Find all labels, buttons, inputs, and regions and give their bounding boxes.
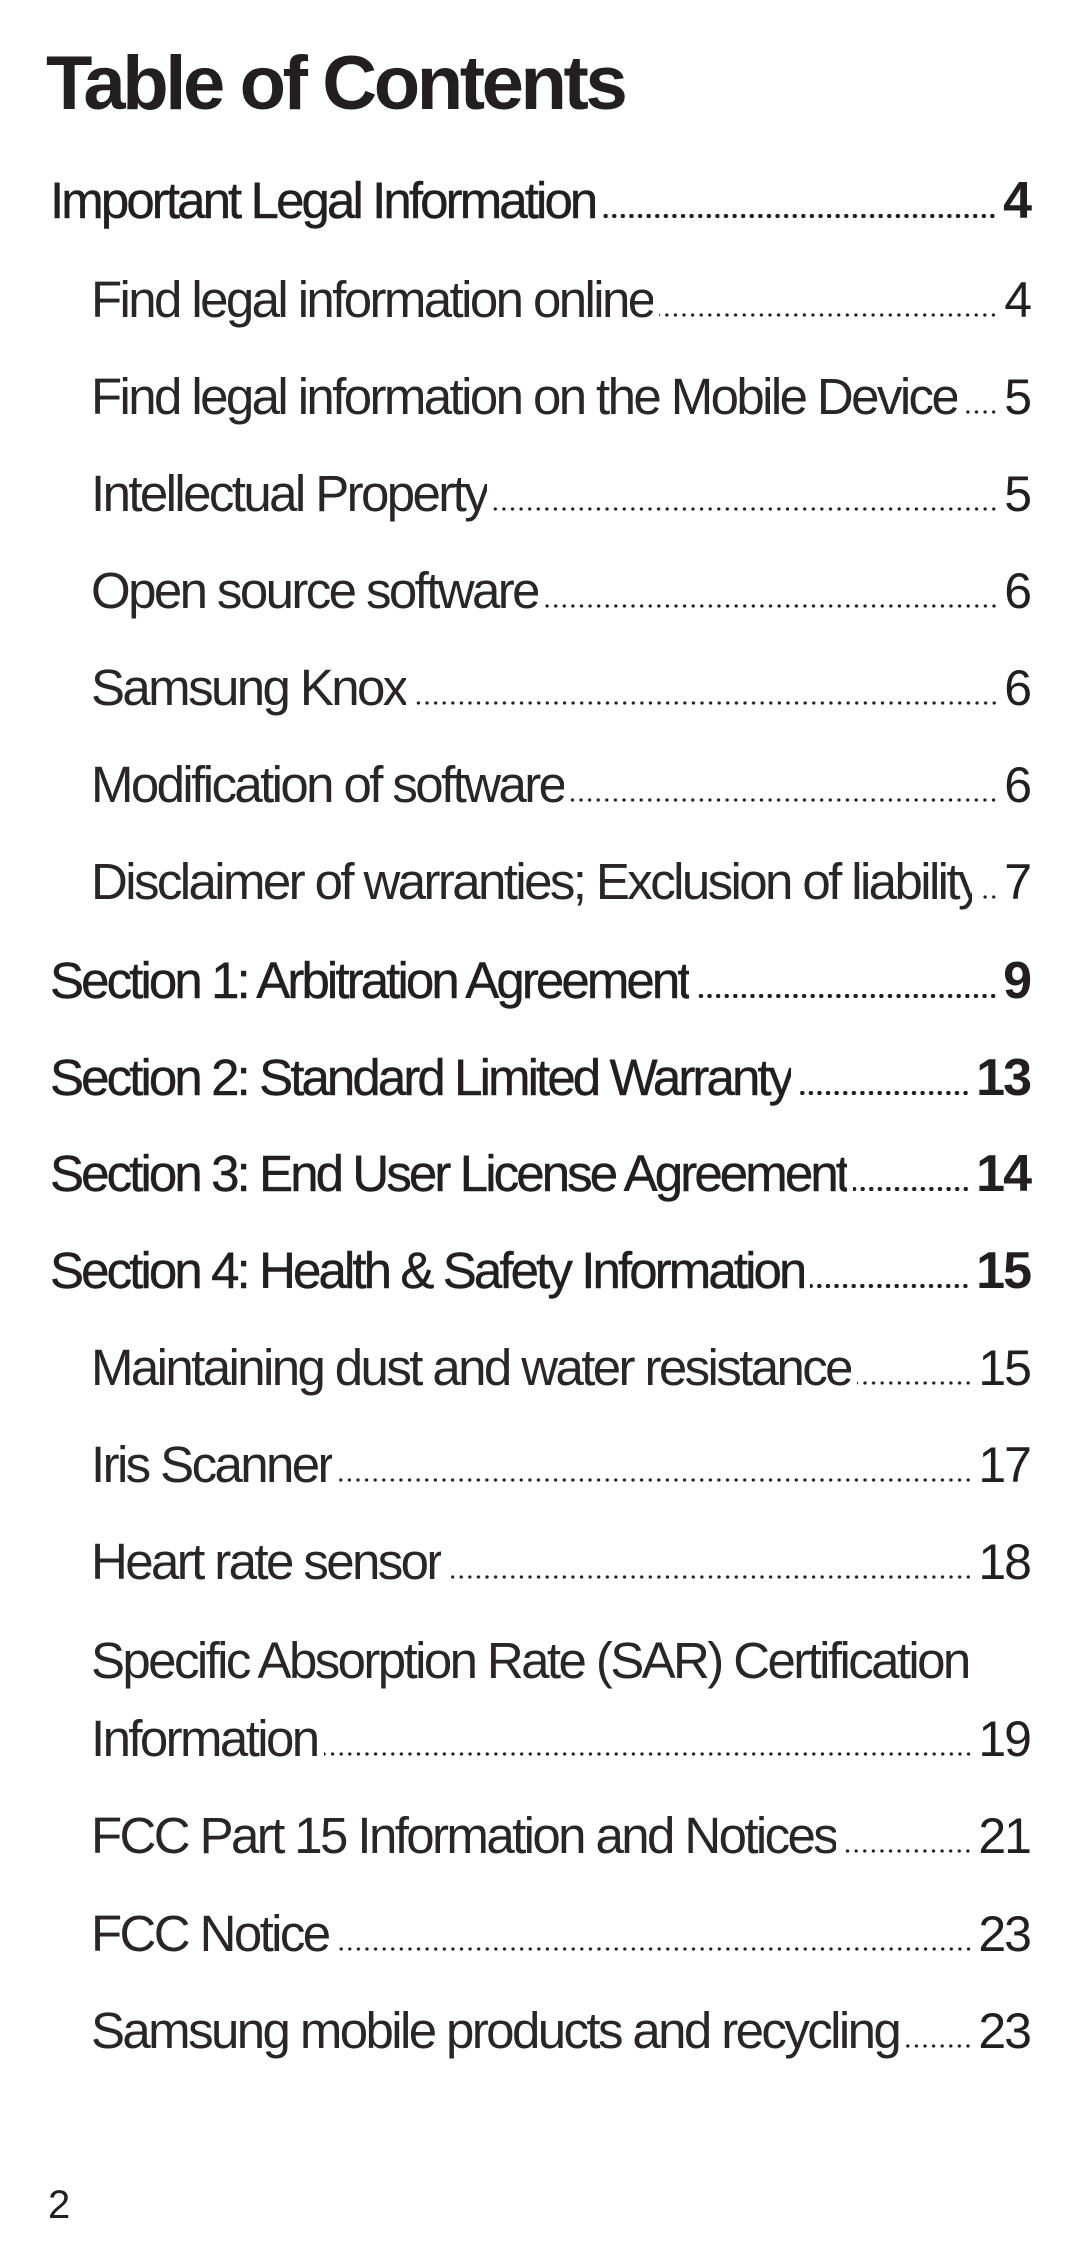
toc-entry-iris-scanner[interactable]: Iris Scanner 17 <box>91 1435 1032 1495</box>
dot-leader <box>905 2044 973 2048</box>
toc-entry-intellectual-property[interactable]: Intellectual Property 5 <box>91 464 1032 524</box>
dot-leader <box>963 410 999 414</box>
toc-entry-page: 15 <box>978 1340 1032 1396</box>
toc-entry-page: 4 <box>1003 172 1032 230</box>
toc-entry-page: 5 <box>1004 369 1032 425</box>
toc-entry-page: 4 <box>1004 272 1032 328</box>
toc-entry-label: Iris Scanner <box>91 1436 332 1493</box>
toc-entry-samsung-mobile-recycling[interactable]: Samsung mobile products and recycling 23 <box>91 2001 1032 2061</box>
toc-entry-page: 5 <box>1004 466 1032 522</box>
toc-entry-page: 18 <box>978 1534 1032 1590</box>
toc-entry-label: Samsung Knox <box>91 659 406 716</box>
toc-entry-open-source-software[interactable]: Open source software 6 <box>91 561 1032 621</box>
toc-entry-disclaimer-of-warranties[interactable]: Disclaimer of warranties; Exclusion of l… <box>91 852 1032 912</box>
page-title: Table of Contents <box>46 41 628 126</box>
toc-entry-page: 6 <box>1004 660 1032 716</box>
dot-leader <box>694 994 998 998</box>
toc-entry-page: 15 <box>976 1242 1032 1300</box>
toc-entry-page: 9 <box>1003 952 1032 1010</box>
dot-leader <box>446 1575 973 1579</box>
toc-entry-page: 23 <box>978 2003 1032 2059</box>
dot-leader <box>810 1284 971 1288</box>
toc-entry-label-line-2: Information <box>91 1710 318 1767</box>
toc-entry-label: Modification of software <box>91 756 565 813</box>
toc-entry-page: 23 <box>978 1906 1032 1962</box>
dot-leader <box>411 701 999 705</box>
toc-entry-label: Find legal information online <box>91 271 654 328</box>
toc-entry-find-legal-information-online[interactable]: Find legal information online 4 <box>91 270 1032 330</box>
dot-leader <box>856 1381 973 1385</box>
toc-entry-page: 6 <box>1004 757 1032 813</box>
toc-entry-page: 17 <box>978 1437 1032 1493</box>
toc-entry-heart-rate-sensor[interactable]: Heart rate sensor 18 <box>91 1532 1032 1592</box>
dot-leader <box>337 1478 973 1482</box>
dot-leader <box>493 507 999 511</box>
toc-entry-section-4-health-and-safety[interactable]: Section 4: Health & Safety Information 1… <box>50 1241 1032 1301</box>
toc-entry-label: Important Legal Information <box>50 172 596 229</box>
dot-leader <box>853 1187 971 1191</box>
dot-leader <box>323 1752 973 1756</box>
toc-entry-fcc-notice[interactable]: FCC Notice 23 <box>91 1904 1032 1964</box>
toc-entry-label: Find legal information on the Mobile Dev… <box>91 368 958 425</box>
toc-entry-sar-certification-information[interactable]: Specific Absorption Rate (SAR) Certifica… <box>91 1631 1032 1769</box>
dot-leader <box>797 1091 971 1095</box>
toc-entry-label: Section 3: End User License Agreement <box>50 1145 848 1202</box>
toc-entry-important-legal-information[interactable]: Important Legal Information 4 <box>50 171 1032 231</box>
toc-entry-samsung-knox[interactable]: Samsung Knox 6 <box>91 658 1032 718</box>
toc-entry-label: Disclaimer of warranties; Exclusion of l… <box>91 853 973 910</box>
dot-leader <box>570 798 999 802</box>
toc-entry-label: FCC Notice <box>91 1905 329 1962</box>
toc-entry-label: FCC Part 15 Information and Notices <box>91 1807 837 1864</box>
toc-entry-label: Section 2: Standard Limited Warranty <box>50 1049 792 1106</box>
toc-entry-label: Open source software <box>91 562 538 619</box>
toc-entry-page: 13 <box>976 1049 1032 1107</box>
toc-entry-section-1-arbitration-agreement[interactable]: Section 1: Arbitration Agreement 9 <box>50 951 1032 1011</box>
toc-entry-maintaining-dust-and-water-resistance[interactable]: Maintaining dust and water resistance 15 <box>91 1338 1032 1398</box>
dot-leader <box>543 604 999 608</box>
dot-leader <box>334 1947 973 1951</box>
toc-entry-page: 19 <box>978 1711 1032 1767</box>
page-number: 2 <box>48 2183 71 2227</box>
toc-entry-page: 6 <box>1004 563 1032 619</box>
dot-leader <box>842 1849 973 1853</box>
toc-entry-label: Maintaining dust and water resistance <box>91 1339 851 1396</box>
dot-leader <box>601 214 998 218</box>
toc-entry-find-legal-information-on-device[interactable]: Find legal information on the Mobile Dev… <box>91 367 1032 427</box>
toc-entry-page: 7 <box>1004 854 1032 910</box>
toc-entry-label-line-1: Specific Absorption Rate (SAR) Certifica… <box>91 1632 971 1689</box>
toc-entry-page: 14 <box>976 1145 1032 1203</box>
dot-leader <box>659 313 999 317</box>
toc-entry-label: Intellectual Property <box>91 465 488 522</box>
toc-entry-modification-of-software[interactable]: Modification of software 6 <box>91 755 1032 815</box>
toc-entry-section-3-end-user-license-agreement[interactable]: Section 3: End User License Agreement 14 <box>50 1144 1032 1204</box>
toc-entry-section-2-standard-limited-warranty[interactable]: Section 2: Standard Limited Warranty 13 <box>50 1048 1032 1108</box>
dot-leader <box>978 895 999 899</box>
toc-entry-label: Section 1: Arbitration Agreement <box>50 952 689 1009</box>
toc-entry-line-2: Information 19 <box>91 1709 1032 1769</box>
toc-entry-page: 21 <box>978 1808 1032 1864</box>
toc-entry-label: Heart rate sensor <box>91 1533 441 1590</box>
toc-entry-label: Section 4: Health & Safety Information <box>50 1242 805 1299</box>
toc-entry-fcc-part-15[interactable]: FCC Part 15 Information and Notices 21 <box>91 1806 1032 1866</box>
toc-entry-label: Samsung mobile products and recycling <box>91 2002 900 2059</box>
